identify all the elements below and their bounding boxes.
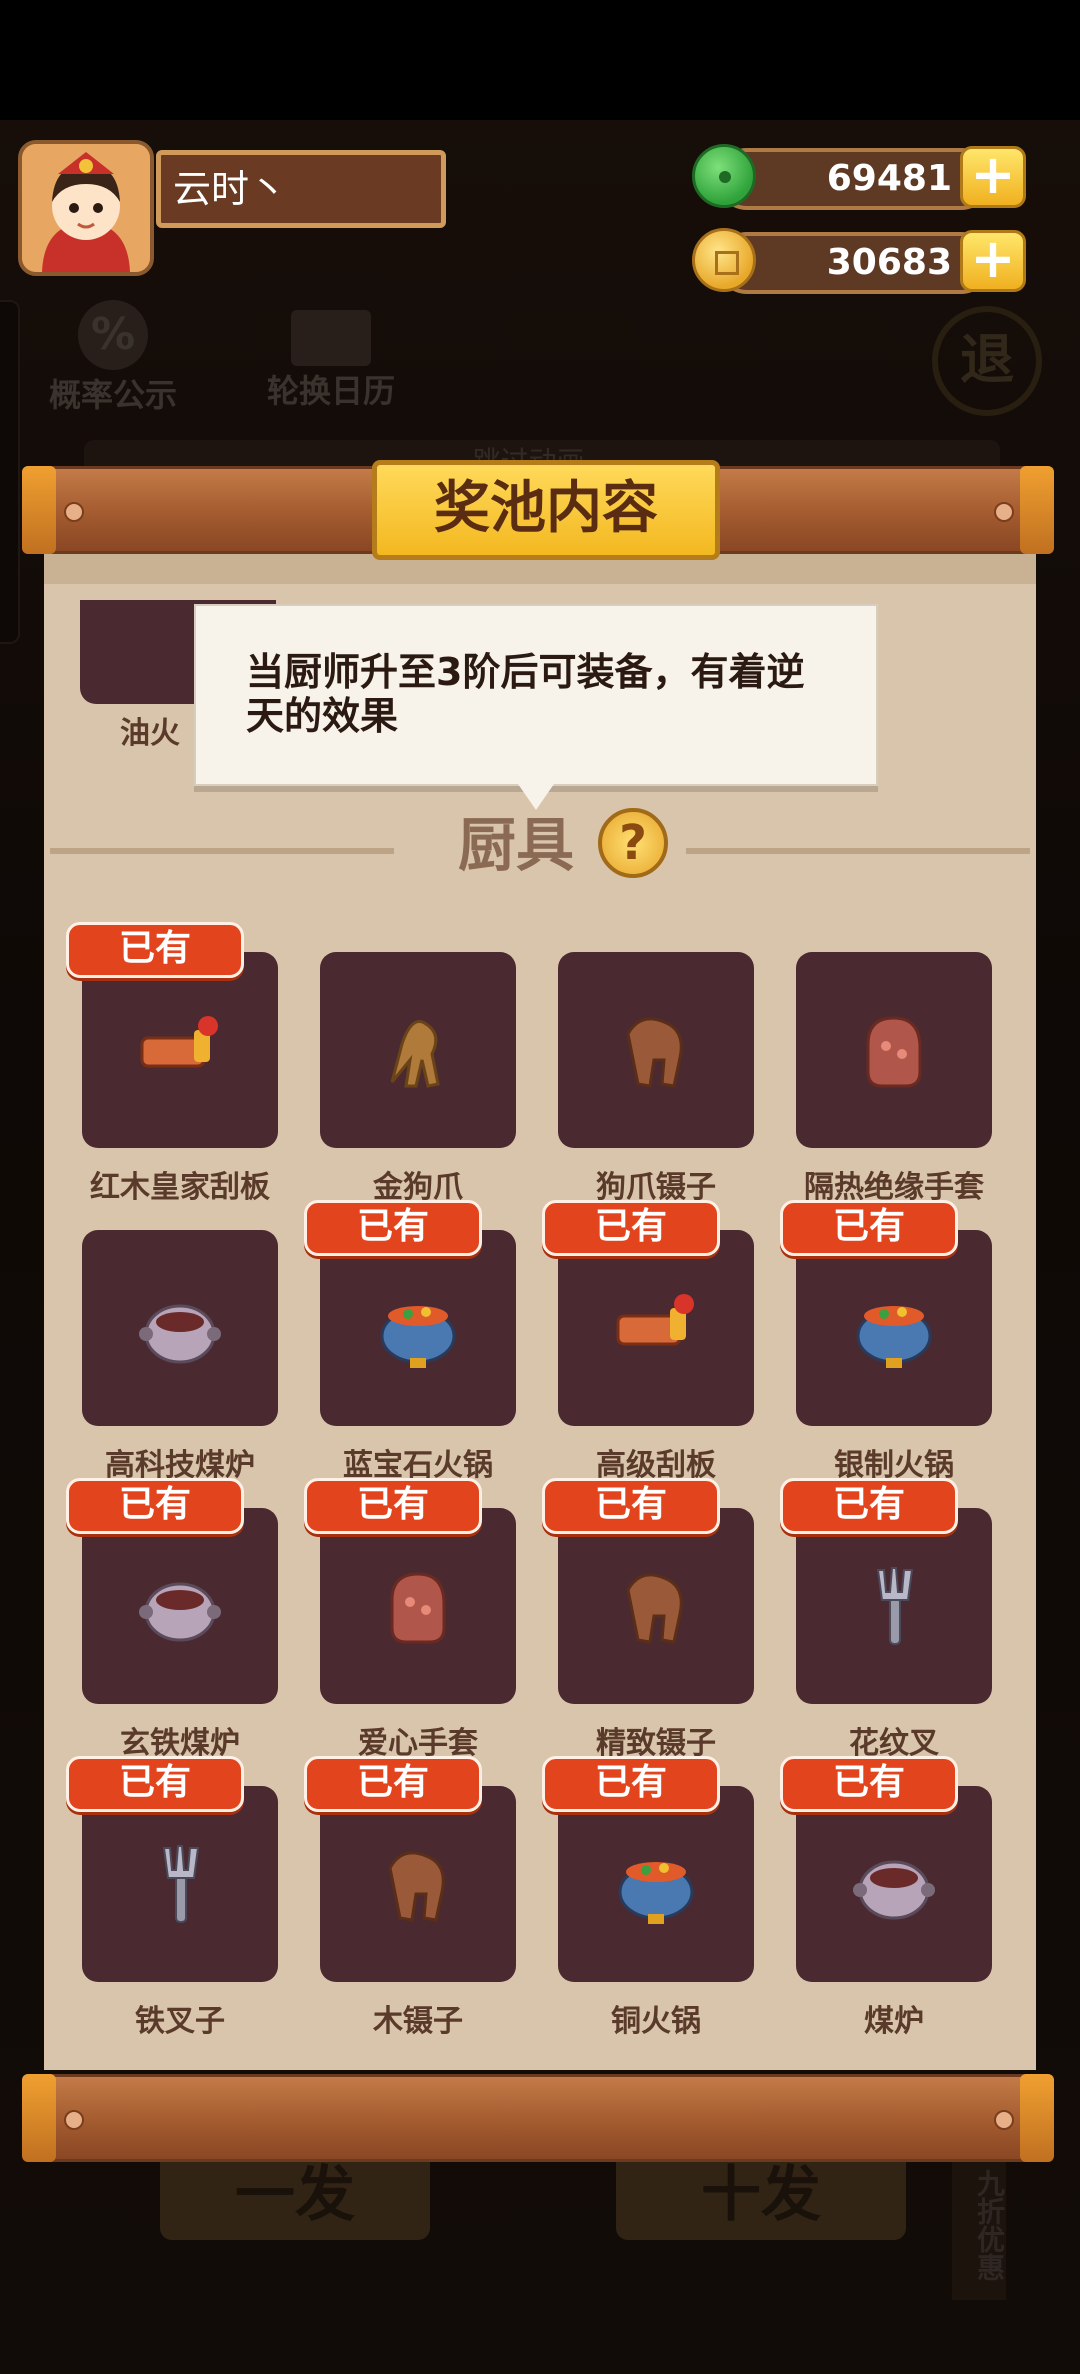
add-coin-button[interactable]: + xyxy=(960,230,1026,292)
scraper-icon xyxy=(616,1294,694,1346)
owned-badge: 已有 xyxy=(780,1756,958,1812)
item-name: 铁叉子 xyxy=(135,2004,225,2039)
tongs-icon xyxy=(388,1851,445,1922)
panel-title: 奖池内容 xyxy=(372,460,720,560)
player-name: 云时丶 xyxy=(156,150,446,228)
jade-icon xyxy=(692,144,756,208)
item-card[interactable] xyxy=(82,1508,278,1704)
section-title: 厨具 xyxy=(457,811,574,879)
owned-badge: 已有 xyxy=(304,1200,482,1256)
coin-counter: 30683 xyxy=(716,232,992,294)
item-card[interactable] xyxy=(796,952,992,1148)
item-card[interactable] xyxy=(82,1230,278,1426)
fork-icon xyxy=(162,1845,200,1923)
hotpot-icon xyxy=(380,1306,456,1368)
item-name: 高科技煤炉 xyxy=(105,1448,255,1483)
scroll-bottom-cap-left xyxy=(22,2074,56,2162)
scroll-top-cap-right xyxy=(1020,466,1054,554)
item-name: 狗爪镊子 xyxy=(596,1170,716,1205)
item-name: 花纹叉 xyxy=(849,1726,939,1761)
claw-icon xyxy=(390,1020,440,1088)
item-name: 红木皇家刮板 xyxy=(90,1170,270,1205)
divider xyxy=(686,848,1030,854)
stove-icon xyxy=(853,1860,935,1920)
scraper-icon xyxy=(140,1016,218,1068)
owned-badge: 已有 xyxy=(304,1478,482,1534)
hotpot-icon xyxy=(618,1862,694,1924)
tooltip: 当厨师升至3阶后可装备，有着逆天的效果 xyxy=(194,604,878,786)
owned-badge: 已有 xyxy=(542,1478,720,1534)
owned-badge: 已有 xyxy=(780,1200,958,1256)
item-card[interactable] xyxy=(796,1230,992,1426)
tooltip-text: 当厨师升至3阶后可装备，有着逆天的效果 xyxy=(246,650,805,738)
nail-icon xyxy=(64,2110,84,2130)
item-name: 隔热绝缘手套 xyxy=(804,1170,984,1205)
item-card[interactable] xyxy=(82,1786,278,1982)
tongs-icon xyxy=(626,1573,683,1644)
item-name: 煤炉 xyxy=(864,2004,924,2039)
item-card[interactable] xyxy=(796,1786,992,1982)
jade-value: 69481 xyxy=(826,158,952,199)
item-card[interactable] xyxy=(558,1508,754,1704)
nail-icon xyxy=(994,2110,1014,2130)
jade-counter: 69481 xyxy=(716,148,992,210)
fork-icon xyxy=(876,1567,914,1645)
stove-icon xyxy=(139,1304,221,1364)
item-card[interactable] xyxy=(320,952,516,1148)
item-name: 铜火锅 xyxy=(611,2004,701,2039)
item-card[interactable] xyxy=(558,1786,754,1982)
chef-portrait-icon xyxy=(22,144,150,272)
player-avatar[interactable] xyxy=(18,140,154,276)
owned-badge: 已有 xyxy=(304,1756,482,1812)
item-name: 银制火锅 xyxy=(834,1448,954,1483)
item-name: 蓝宝石火锅 xyxy=(343,1448,493,1483)
scroll-bottom-cap-right xyxy=(1020,2074,1054,2162)
item-name: 玄铁煤炉 xyxy=(120,1726,240,1761)
stove-icon xyxy=(139,1582,221,1642)
nail-icon xyxy=(994,502,1014,522)
add-jade-button[interactable]: + xyxy=(960,146,1026,208)
mitt-icon xyxy=(390,1572,446,1644)
mitt-icon xyxy=(866,1016,922,1088)
item-name: 爱心手套 xyxy=(358,1726,478,1761)
divider xyxy=(50,848,394,854)
tongs-icon xyxy=(626,1017,683,1088)
item-card[interactable] xyxy=(320,1508,516,1704)
owned-badge: 已有 xyxy=(542,1756,720,1812)
owned-badge: 已有 xyxy=(780,1478,958,1534)
coin-icon xyxy=(692,228,756,292)
help-icon[interactable]: ? xyxy=(598,808,668,878)
owned-badge: 已有 xyxy=(66,1478,244,1534)
nail-icon xyxy=(64,502,84,522)
item-card[interactable] xyxy=(796,1508,992,1704)
owned-badge: 已有 xyxy=(66,922,244,978)
item-name: 金狗爪 xyxy=(373,1170,463,1205)
scroll-top-cap-left xyxy=(22,466,56,554)
item-name: 高级刮板 xyxy=(596,1448,716,1483)
item-card[interactable] xyxy=(320,1230,516,1426)
owned-badge: 已有 xyxy=(66,1756,244,1812)
scroll-bottom-rod xyxy=(24,2074,1052,2162)
owned-badge: 已有 xyxy=(542,1200,720,1256)
hotpot-icon xyxy=(856,1306,932,1368)
item-name: 木镊子 xyxy=(373,2004,463,2039)
item-card[interactable] xyxy=(558,1230,754,1426)
item-card[interactable] xyxy=(320,1786,516,1982)
item-card[interactable] xyxy=(558,952,754,1148)
coin-value: 30683 xyxy=(826,242,952,283)
tooltip-arrow xyxy=(518,784,554,810)
item-name: 精致镊子 xyxy=(596,1726,716,1761)
item-card[interactable] xyxy=(82,952,278,1148)
status-bar xyxy=(0,0,1080,120)
